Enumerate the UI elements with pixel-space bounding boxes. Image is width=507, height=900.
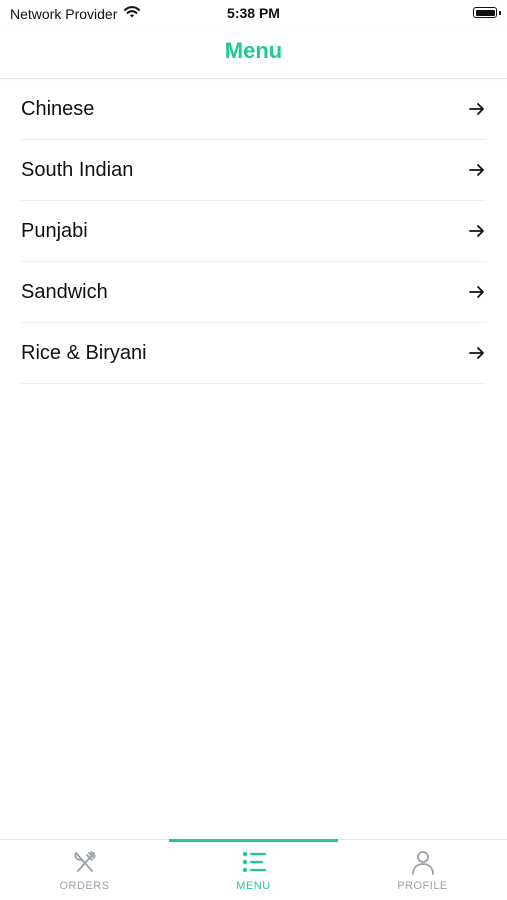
arrow-right-icon [469,103,484,115]
menu-item-punjabi[interactable]: Punjabi [21,201,486,262]
menu-item-label: South Indian [21,158,134,181]
tab-menu-label: MENU [236,880,271,892]
fork-knife-icon [73,851,96,872]
nav-header: Menu [0,28,507,79]
arrow-right-icon [469,286,484,298]
battery-icon [473,7,497,18]
arrow-right-icon [469,225,484,237]
menu-item-chinese[interactable]: Chinese [21,79,486,140]
tab-bar: ORDERS MENU PROFILE [0,839,507,900]
menu-item-label: Punjabi [21,219,88,242]
menu-list: Chinese South Indian Punjabi Sandwich Ri… [21,79,486,384]
battery-level [475,9,495,16]
menu-item-label: Chinese [21,97,95,120]
tab-orders[interactable]: ORDERS [0,840,169,900]
tab-profile[interactable]: PROFILE [338,840,507,900]
menu-item-label: Sandwich [21,280,108,303]
menu-item-south-indian[interactable]: South Indian [21,140,486,201]
page-title: Menu [224,38,283,63]
menu-item-label: Rice & Biryani [21,341,147,364]
arrow-right-icon [469,164,484,176]
menu-item-rice-biryani[interactable]: Rice & Biryani [21,323,486,384]
tab-menu[interactable]: MENU [169,839,338,900]
menu-item-sandwich[interactable]: Sandwich [21,262,486,323]
battery-nub [499,11,501,15]
tab-orders-label: ORDERS [59,880,110,892]
status-time: 5:38 PM [227,5,280,21]
tab-profile-label: PROFILE [397,880,448,892]
status-bar: Network Provider 5:38 PM [0,0,507,28]
user-icon [411,851,434,875]
arrow-right-icon [469,347,484,359]
list-icon [242,851,266,873]
screen: Network Provider 5:38 PM Menu Chinese So… [0,0,507,900]
